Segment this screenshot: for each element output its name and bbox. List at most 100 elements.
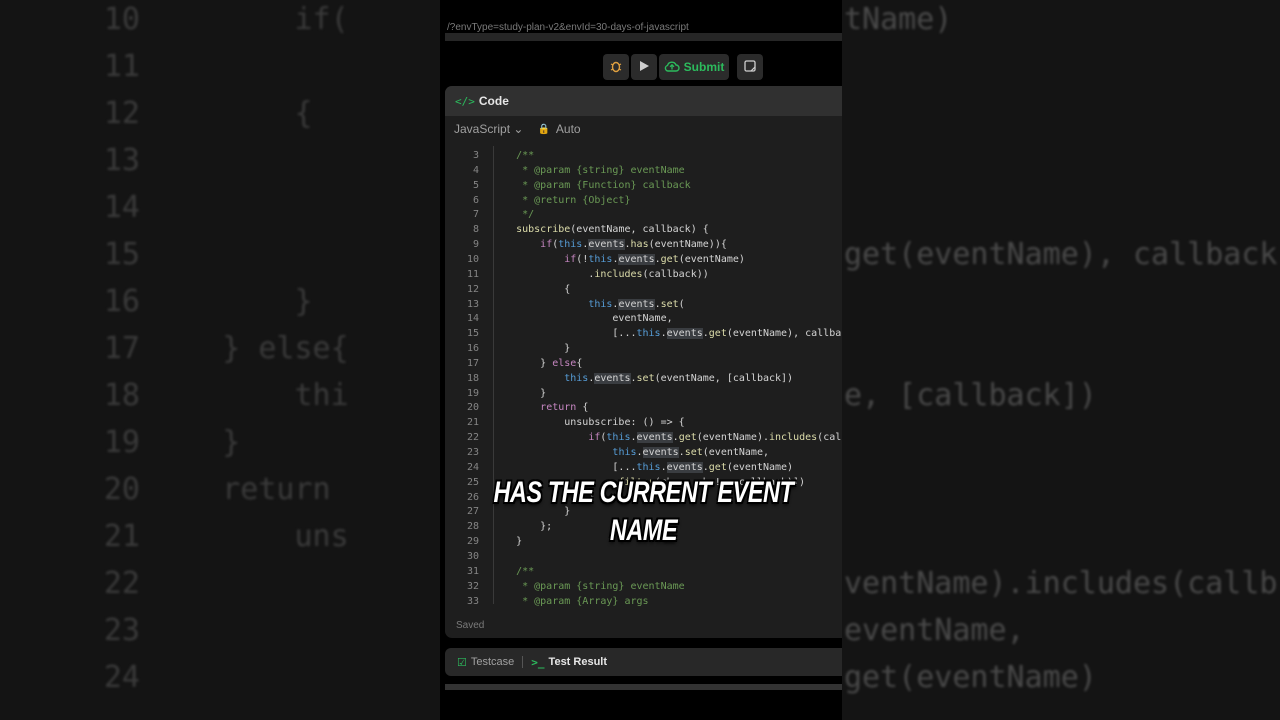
line-number: 27 [466, 506, 479, 518]
tab-separator [522, 656, 524, 668]
line-number: 21 [466, 417, 479, 429]
code-line: 9 if(this.events.has(eventName)){ [445, 237, 842, 252]
background-line-number: 21 [103, 519, 140, 554]
background-line-number: 22 [103, 566, 140, 601]
code-line: 21 unsubscribe: () => { [445, 415, 842, 430]
background-line-number: 16 [103, 284, 140, 319]
background-line-number: 13 [103, 143, 140, 178]
line-code: * @param {Array} args [492, 595, 649, 607]
tab-test-result[interactable]: >_ Test Result [531, 656, 607, 669]
bottom-tabs: ☑ Testcase >_ Test Result [445, 648, 842, 676]
line-number: 14 [466, 313, 479, 325]
background-line-number: 15 [103, 237, 140, 272]
background-code-line: get(eventName) [844, 660, 1097, 695]
background-code-line: tName) [844, 2, 953, 37]
bottom-bar [445, 684, 842, 690]
background-left-blurred-code: 10 if(11 12 {13 14 15 16 } 17 } else{18 thi 19… [0, 0, 440, 720]
code-line: 4 * @param {string} eventName [445, 163, 842, 178]
background-code-line: eventName, [844, 613, 1025, 648]
tab-testcase-label: Testcase [470, 656, 515, 668]
code-line: 7 */ [445, 207, 842, 222]
note-button[interactable] [737, 54, 763, 80]
line-code: unsubscribe: () => { [492, 417, 685, 429]
code-line: 15 [...this.events.get(eventName), callb… [445, 326, 842, 341]
background-line-number: 12 [103, 96, 140, 131]
code-line: 16 } [445, 341, 842, 356]
background-line-number: 23 [103, 613, 140, 648]
editor-toolbar: Submit [603, 54, 763, 80]
code-line: 22 if(this.events.get(eventName).include… [445, 430, 842, 445]
background-line-number: 20 [103, 472, 140, 507]
code-line: 6 * @return {Object} [445, 193, 842, 208]
line-code: .includes(callback)) [492, 268, 709, 280]
line-number: 5 [472, 179, 479, 191]
line-code: { [492, 283, 571, 295]
tab-testcase[interactable]: ☑ Testcase [457, 656, 514, 669]
line-number: 33 [466, 595, 479, 607]
leetcode-editor-frame: /?envType=study-plan-v2&envId=30-days-of… [445, 0, 842, 720]
code-panel-header: </> Code [445, 86, 842, 116]
line-code: if(this.events.has(eventName)){ [540, 239, 727, 251]
line-number: 32 [466, 580, 479, 592]
line-number: 19 [466, 387, 479, 399]
code-line: 31 /** [445, 564, 842, 579]
background-code-line: ventName).includes(callb [844, 566, 1278, 601]
auto-mode-label[interactable]: Auto [556, 122, 581, 136]
line-number: 23 [466, 447, 479, 458]
code-line: 33 * @param {Array} args [445, 594, 842, 609]
line-code: } [492, 387, 547, 399]
line-code: } [492, 343, 571, 355]
top-divider [445, 33, 842, 41]
play-icon [638, 60, 650, 75]
background-line-code: } else{ [150, 331, 349, 366]
line-number: 8 [472, 224, 479, 236]
line-number: 17 [466, 357, 479, 369]
save-status: Saved [456, 620, 485, 631]
background-line-number: 17 [103, 331, 140, 366]
line-code: this.events.set(eventName, [callback]) [564, 372, 794, 384]
code-line: 17 } else{ [445, 356, 842, 371]
code-brackets-icon: </> [455, 94, 475, 108]
background-line-code: thi [150, 378, 349, 413]
submit-label: Submit [683, 60, 725, 74]
line-number: 15 [466, 328, 479, 340]
line-code: return { [540, 402, 589, 414]
line-code: */ [492, 209, 535, 221]
tab-test-result-label: Test Result [548, 656, 608, 668]
code-line: 12 { [445, 282, 842, 297]
code-line: 20 return { [445, 400, 842, 415]
background-line-number: 10 [103, 2, 140, 37]
line-number: 20 [466, 402, 479, 414]
bug-icon [609, 59, 623, 76]
background-line-code: } [150, 284, 313, 319]
line-number: 7 [472, 209, 479, 221]
line-code: eventName, [492, 313, 673, 325]
code-line: 18 this.events.set(eventName, [callback]… [445, 371, 842, 386]
line-number: 10 [466, 253, 479, 265]
video-caption: HAS THE CURRENT EVENT NAME [489, 474, 799, 550]
code-line: 24 [...this.events.get(eventName) [445, 460, 842, 475]
checkbox-icon: ☑ [457, 656, 467, 669]
cloud-upload-icon [664, 60, 680, 75]
line-code: this.events.set( [588, 298, 685, 310]
submit-button[interactable]: Submit [659, 54, 729, 80]
line-code: * @param {string} eventName [492, 580, 685, 592]
background-code-line: e, [callback]) [844, 378, 1097, 413]
background-line-number: 24 [103, 660, 140, 695]
line-number: 12 [466, 283, 479, 295]
debug-button[interactable] [603, 54, 629, 80]
code-line: 11 .includes(callback)) [445, 267, 842, 282]
language-select[interactable]: JavaScript ⌄ [454, 122, 523, 136]
background-line-number: 11 [103, 49, 140, 84]
line-code: subscribe(eventName, callback) { [516, 224, 709, 236]
line-code: /** [492, 150, 535, 161]
code-line: 5 * @param {Function} callback [445, 178, 842, 193]
line-number: 24 [466, 461, 479, 473]
run-button[interactable] [631, 54, 657, 80]
line-code: if(this.events.get(eventName).includes(c… [588, 432, 842, 444]
line-code: if(!this.events.get(eventName) [564, 253, 745, 265]
code-line: 19 } [445, 386, 842, 401]
background-line-code: uns [150, 519, 349, 554]
terminal-icon: >_ [531, 655, 545, 669]
line-number: 4 [472, 164, 479, 176]
